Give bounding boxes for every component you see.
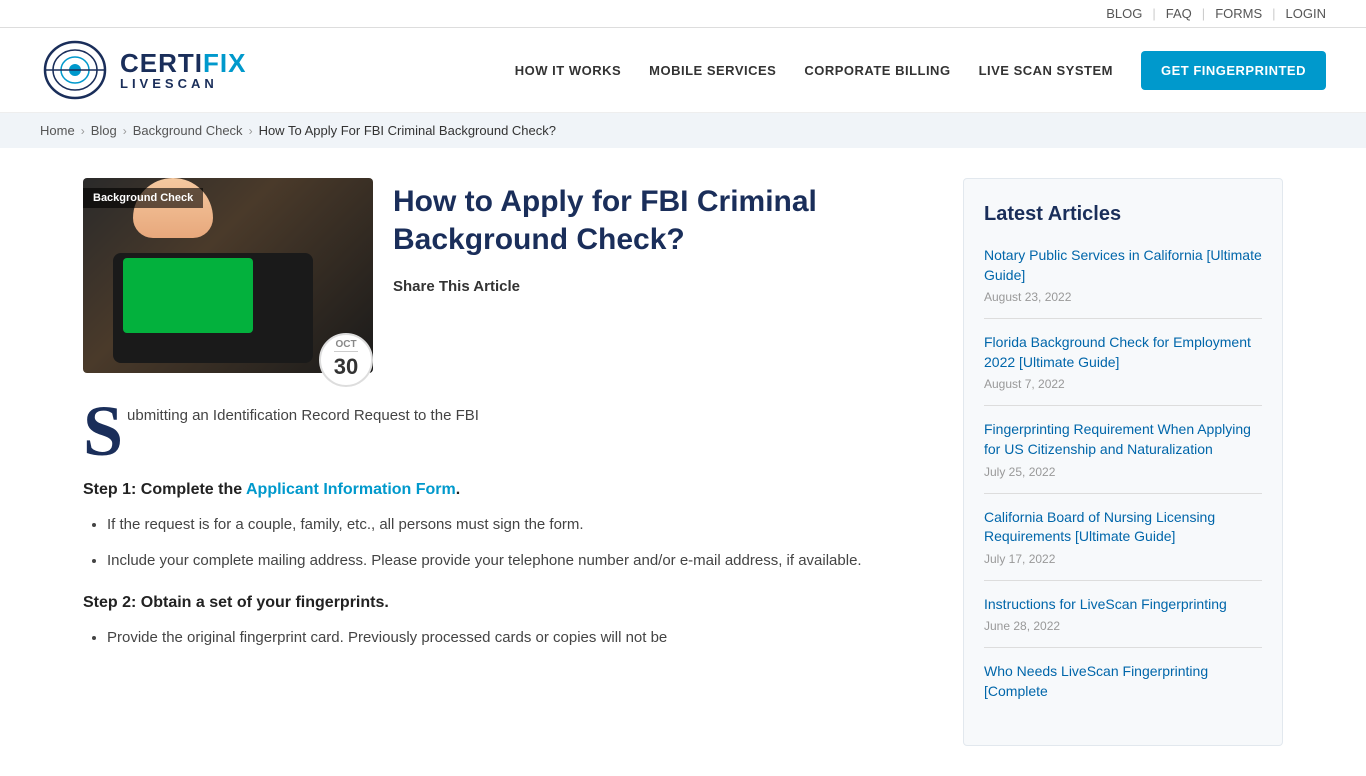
sidebar-article-title-0[interactable]: Notary Public Services in California [Ul…: [984, 246, 1262, 285]
sidebar-article-title-4[interactable]: Instructions for LiveScan Fingerprinting: [984, 595, 1262, 615]
sidebar-box: Latest Articles Notary Public Services i…: [963, 178, 1283, 746]
drop-cap-letter: S: [83, 403, 123, 461]
sidebar-article-3: California Board of Nursing Licensing Re…: [984, 494, 1262, 581]
get-fingerprinted-button[interactable]: GET FINGERPRINTED: [1141, 51, 1326, 90]
scanner-screen: [123, 258, 253, 333]
article-title-area: How to Apply for FBI Criminal Background…: [393, 178, 923, 295]
date-day: 30: [334, 351, 358, 380]
article-header: Background Check OCT 30 How to Apply for…: [83, 178, 923, 373]
sidebar-article-title-1[interactable]: Florida Background Check for Employment …: [984, 333, 1262, 372]
logo-tagline: LIVESCAN: [120, 77, 246, 91]
step2-heading: Step 2: Obtain a set of your fingerprint…: [83, 594, 923, 612]
sidebar-article-4: Instructions for LiveScan Fingerprinting…: [984, 581, 1262, 649]
step1-heading: Step 1: Complete the Applicant Informati…: [83, 481, 923, 499]
article-body: S ubmitting an Identification Record Req…: [83, 403, 923, 651]
bc-sep-1: ›: [81, 124, 85, 138]
step1-label: Step 1: Complete the: [83, 481, 246, 498]
scanner-finger: [133, 178, 213, 238]
sep3: |: [1272, 6, 1275, 21]
sidebar-article-title-2[interactable]: Fingerprinting Requirement When Applying…: [984, 420, 1262, 459]
scanner-base: [113, 253, 313, 363]
drop-cap-text: ubmitting an Identification Record Reque…: [127, 403, 479, 429]
date-month: OCT: [335, 339, 356, 351]
applicant-form-link[interactable]: Applicant Information Form: [246, 481, 456, 498]
top-blog-link[interactable]: BLOG: [1106, 6, 1142, 21]
sidebar-article-date-2: July 25, 2022: [984, 465, 1262, 479]
article-area: Background Check OCT 30 How to Apply for…: [83, 178, 923, 746]
article-image-wrap: Background Check OCT 30: [83, 178, 373, 373]
nav-corporate-billing[interactable]: CORPORATE BILLING: [804, 63, 950, 78]
category-badge: Background Check: [83, 188, 203, 208]
sidebar: Latest Articles Notary Public Services i…: [963, 178, 1283, 746]
breadcrumb-category[interactable]: Background Check: [133, 123, 243, 138]
main-nav: HOW IT WORKS MOBILE SERVICES CORPORATE B…: [515, 51, 1326, 90]
bc-sep-2: ›: [123, 124, 127, 138]
breadcrumb-home[interactable]: Home: [40, 123, 75, 138]
bc-sep-3: ›: [249, 124, 253, 138]
logo-icon: [40, 40, 110, 100]
sep2: |: [1202, 6, 1205, 21]
share-label: Share This Article: [393, 278, 520, 295]
sidebar-article-date-3: July 17, 2022: [984, 552, 1262, 566]
breadcrumb: Home › Blog › Background Check › How To …: [0, 113, 1366, 148]
sidebar-title: Latest Articles: [984, 203, 1262, 226]
date-badge: OCT 30: [319, 333, 373, 387]
sidebar-article-date-1: August 7, 2022: [984, 377, 1262, 391]
article-title: How to Apply for FBI Criminal Background…: [393, 183, 923, 258]
bullet-2-1: Provide the original fingerprint card. P…: [107, 626, 923, 651]
top-bar: BLOG | FAQ | FORMS | LOGIN: [0, 0, 1366, 28]
nav-mobile-services[interactable]: MOBILE SERVICES: [649, 63, 776, 78]
top-forms-link[interactable]: FORMS: [1215, 6, 1262, 21]
top-faq-link[interactable]: FAQ: [1166, 6, 1192, 21]
sidebar-article-title-5[interactable]: Who Needs LiveScan Fingerprinting [Compl…: [984, 662, 1262, 701]
drop-cap-paragraph: S ubmitting an Identification Record Req…: [83, 403, 923, 461]
breadcrumb-current: How To Apply For FBI Criminal Background…: [259, 123, 556, 138]
nav-how-it-works[interactable]: HOW IT WORKS: [515, 63, 621, 78]
sidebar-article-date-4: June 28, 2022: [984, 619, 1262, 633]
step1-bullets: If the request is for a couple, family, …: [83, 513, 923, 575]
step1-end: .: [456, 481, 460, 498]
step2-bullets: Provide the original fingerprint card. P…: [83, 626, 923, 651]
header: CERTIFIX LIVESCAN HOW IT WORKS MOBILE SE…: [0, 28, 1366, 113]
bullet-1-2: Include your complete mailing address. P…: [107, 549, 923, 574]
main-layout: Background Check OCT 30 How to Apply for…: [43, 148, 1323, 776]
sidebar-article-date-0: August 23, 2022: [984, 290, 1262, 304]
sep1: |: [1152, 6, 1155, 21]
logo-text: CERTIFIX LIVESCAN: [120, 49, 246, 92]
logo-area: CERTIFIX LIVESCAN: [40, 40, 246, 100]
nav-live-scan[interactable]: LIVE SCAN SYSTEM: [979, 63, 1113, 78]
top-login-link[interactable]: LOGIN: [1286, 6, 1326, 21]
sidebar-article-0: Notary Public Services in California [Ul…: [984, 246, 1262, 319]
sidebar-article-1: Florida Background Check for Employment …: [984, 319, 1262, 406]
sidebar-article-5: Who Needs LiveScan Fingerprinting [Compl…: [984, 648, 1262, 720]
bullet-1-1: If the request is for a couple, family, …: [107, 513, 923, 538]
sidebar-article-2: Fingerprinting Requirement When Applying…: [984, 406, 1262, 493]
logo-name: CERTIFIX: [120, 49, 246, 78]
breadcrumb-blog[interactable]: Blog: [91, 123, 117, 138]
sidebar-article-title-3[interactable]: California Board of Nursing Licensing Re…: [984, 508, 1262, 547]
